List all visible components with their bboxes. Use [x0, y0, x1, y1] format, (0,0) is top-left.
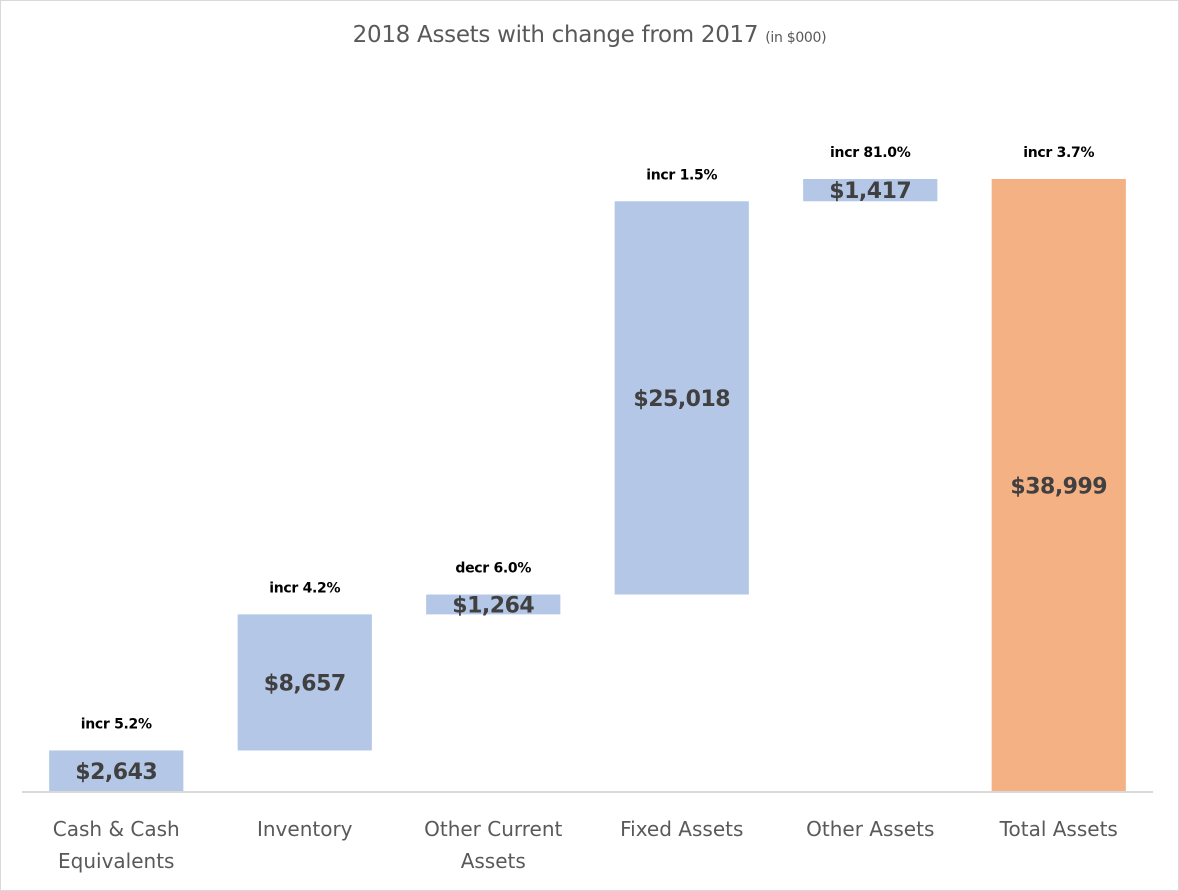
category-label: Equivalents — [58, 849, 174, 873]
change-label: incr 5.2% — [81, 716, 152, 732]
change-label: incr 3.7% — [1023, 145, 1094, 161]
change-label: incr 4.2% — [269, 580, 340, 596]
bars-group — [49, 179, 1126, 792]
value-label: $38,999 — [1010, 475, 1107, 500]
value-label: $2,643 — [75, 760, 157, 785]
value-label: $25,018 — [633, 387, 730, 412]
value-label: $1,417 — [829, 179, 911, 204]
value-label: $8,657 — [264, 671, 346, 696]
category-label: Fixed Assets — [620, 817, 743, 841]
labels-group: $2,643 incr 5.2% Cash & Cash Equivalents $8,… — [53, 145, 1118, 873]
waterfall-chart: $2,643 incr 5.2% Cash & Cash Equivalents $8,… — [22, 145, 1153, 873]
value-label: $1,264 — [452, 593, 534, 618]
change-label: incr 1.5% — [646, 167, 717, 183]
category-label: Cash & Cash — [53, 817, 180, 841]
category-label: Assets — [461, 849, 526, 873]
category-label: Total Assets — [999, 817, 1118, 841]
change-label: decr 6.0% — [455, 561, 531, 577]
category-label: Other Current — [424, 817, 562, 841]
change-label: incr 81.0% — [830, 145, 911, 161]
category-label: Inventory — [257, 817, 353, 841]
category-label: Other Assets — [806, 817, 934, 841]
